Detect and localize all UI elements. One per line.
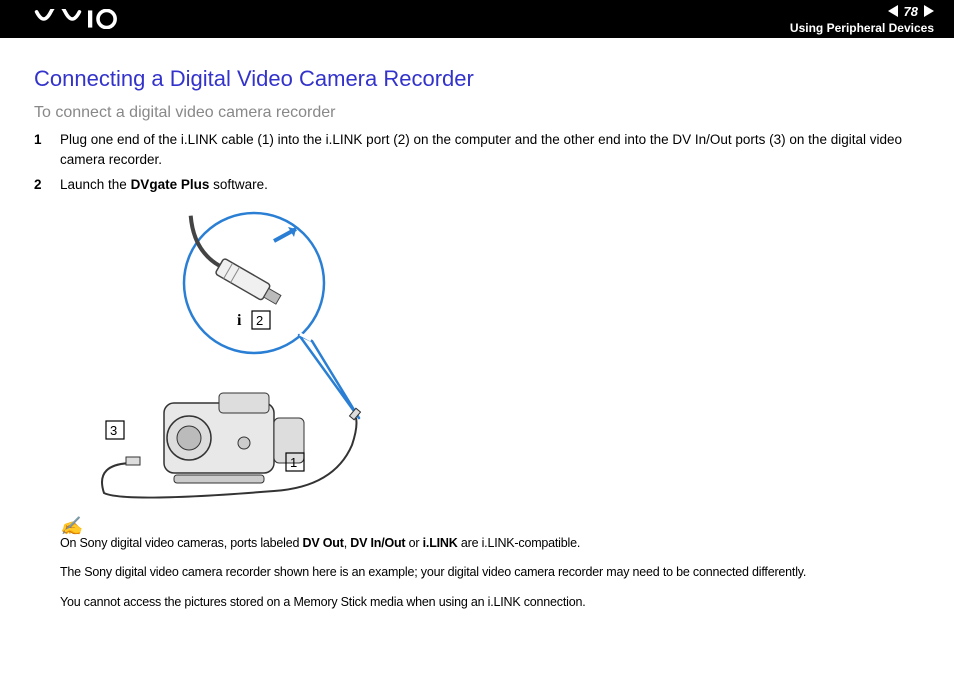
step-text-part: software. bbox=[209, 177, 268, 192]
vaio-logo bbox=[30, 9, 126, 29]
camera-recorder bbox=[164, 393, 304, 483]
label-3: 3 bbox=[110, 423, 117, 438]
note-line-2: The Sony digital video camera recorder s… bbox=[60, 564, 920, 582]
note-line-3: You cannot access the pictures stored on… bbox=[60, 594, 920, 612]
step-number: 1 bbox=[34, 130, 60, 169]
page-content: Connecting a Digital Video Camera Record… bbox=[0, 38, 954, 611]
page-subtitle: To connect a digital video camera record… bbox=[34, 104, 920, 122]
label-1: 1 bbox=[290, 455, 297, 470]
next-page-icon[interactable] bbox=[924, 5, 934, 17]
diagram-svg: i 2 3 1 bbox=[74, 203, 434, 503]
port-label: DV Out bbox=[303, 536, 344, 550]
note-line-1: On Sony digital video cameras, ports lab… bbox=[60, 535, 920, 553]
header-bar: 78 Using Peripheral Devices bbox=[0, 0, 954, 38]
step-text: Plug one end of the i.LINK cable (1) int… bbox=[60, 130, 920, 169]
port-label: i.LINK bbox=[423, 536, 458, 550]
notes-block: On Sony digital video cameras, ports lab… bbox=[60, 535, 920, 612]
section-title: Using Peripheral Devices bbox=[790, 21, 934, 35]
software-name: DVgate Plus bbox=[131, 177, 210, 192]
note-icon: ✍ bbox=[60, 516, 920, 537]
step-list: 1 Plug one end of the i.LINK cable (1) i… bbox=[34, 130, 920, 195]
page-number: 78 bbox=[904, 4, 918, 19]
step-text-part: Launch the bbox=[60, 177, 131, 192]
header-right: 78 Using Peripheral Devices bbox=[790, 4, 934, 35]
step-item: 2 Launch the DVgate Plus software. bbox=[34, 175, 920, 195]
prev-page-icon[interactable] bbox=[888, 5, 898, 17]
port-label: DV In/Out bbox=[350, 536, 405, 550]
callout-tail bbox=[299, 335, 359, 418]
label-2: 2 bbox=[256, 313, 263, 328]
vaio-logo-svg bbox=[30, 9, 126, 29]
ilink-port-icon: i bbox=[237, 312, 242, 329]
step-number: 2 bbox=[34, 175, 60, 195]
step-item: 1 Plug one end of the i.LINK cable (1) i… bbox=[34, 130, 920, 169]
page-title: Connecting a Digital Video Camera Record… bbox=[34, 66, 920, 92]
step-text: Launch the DVgate Plus software. bbox=[60, 175, 920, 195]
page-nav: 78 bbox=[790, 4, 934, 19]
connection-diagram: i 2 3 1 bbox=[74, 203, 920, 508]
